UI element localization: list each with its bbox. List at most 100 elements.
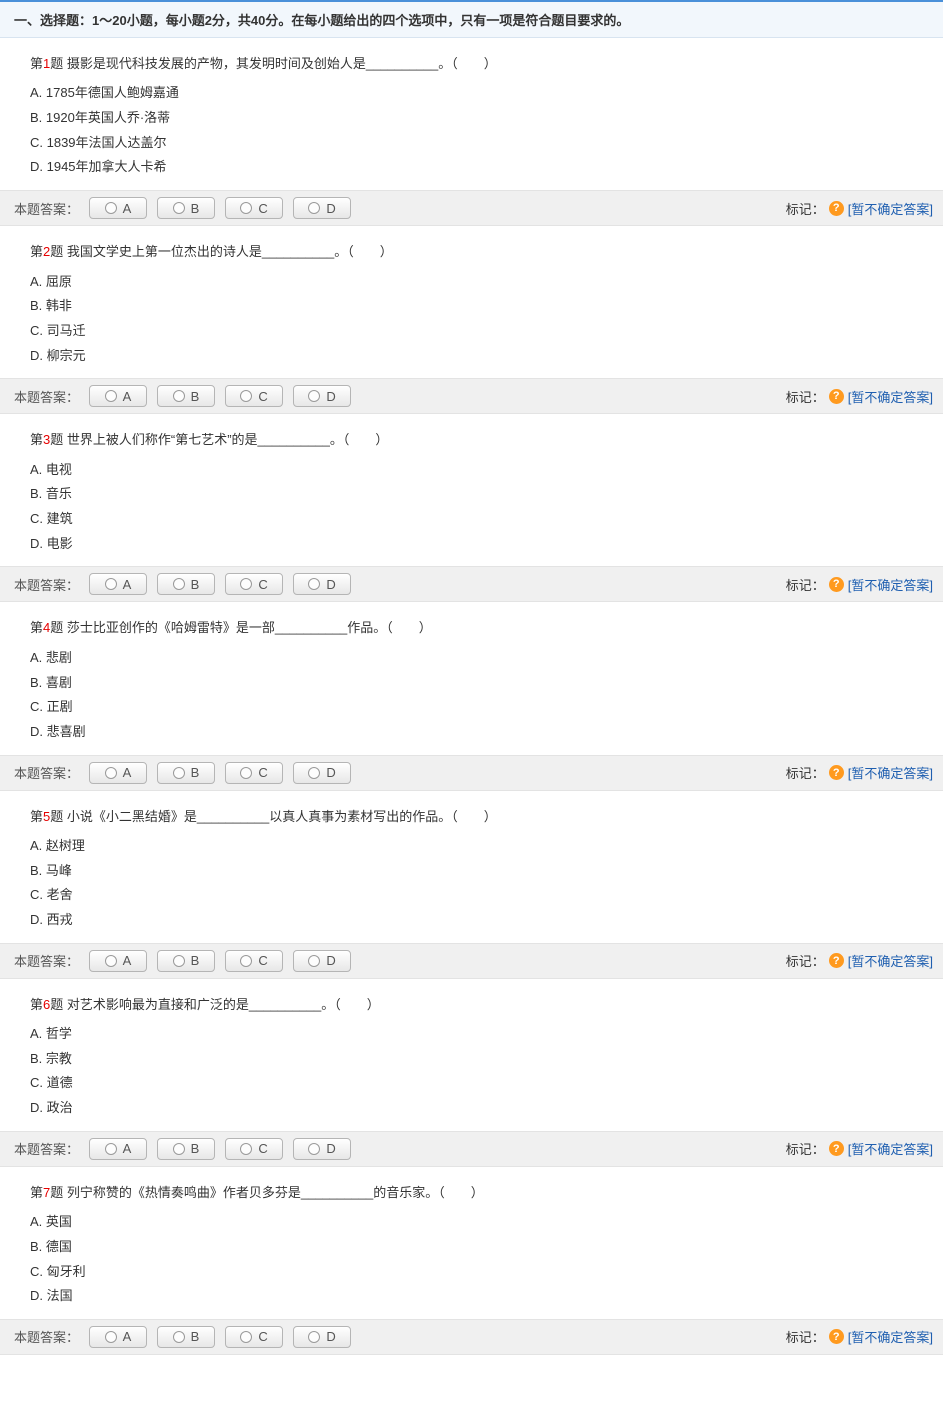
choice-button-a[interactable]: A [89, 197, 147, 219]
option-line: A. 哲学 [30, 1022, 929, 1047]
help-icon[interactable]: ? [829, 953, 844, 968]
help-icon[interactable]: ? [829, 201, 844, 216]
choice-button-d[interactable]: D [293, 1326, 351, 1348]
radio-icon [105, 578, 117, 590]
option-line: A. 英国 [30, 1210, 929, 1235]
question-text: 第3题 世界上被人们称作“第七艺术”的是__________。（ ） [0, 428, 943, 451]
radio-icon [173, 1143, 185, 1155]
answer-bar: 本题答案：ABCD标记：? [暂不确定答案] [0, 378, 943, 414]
choice-button-a[interactable]: A [89, 1138, 147, 1160]
choice-letter: D [326, 201, 335, 216]
uncertain-answer-link[interactable]: [暂不确定答案] [848, 763, 933, 782]
choice-button-a[interactable]: A [89, 573, 147, 595]
choice-button-c[interactable]: C [225, 197, 283, 219]
mark-area: 标记：? [暂不确定答案] [786, 763, 933, 782]
question-text: 第5题 小说《小二黑结婚》是__________以真人真事为素材写出的作品。（ … [0, 805, 943, 828]
radio-icon [308, 955, 320, 967]
radio-icon [173, 955, 185, 967]
choice-button-b[interactable]: B [157, 1326, 215, 1348]
option-line: C. 老舍 [30, 883, 929, 908]
question-number-prefix: 第 [30, 56, 43, 71]
choice-button-d[interactable]: D [293, 950, 351, 972]
choice-button-d[interactable]: D [293, 197, 351, 219]
uncertain-answer-link[interactable]: [暂不确定答案] [848, 575, 933, 594]
choice-button-a[interactable]: A [89, 1326, 147, 1348]
choice-button-c[interactable]: C [225, 1138, 283, 1160]
radio-icon [308, 390, 320, 402]
option-line: D. 悲喜剧 [30, 720, 929, 745]
uncertain-answer-link[interactable]: [暂不确定答案] [848, 199, 933, 218]
choice-button-c[interactable]: C [225, 385, 283, 407]
choice-button-a[interactable]: A [89, 950, 147, 972]
choice-letter: D [326, 765, 335, 780]
choice-button-b[interactable]: B [157, 950, 215, 972]
mark-label: 标记： [786, 1139, 825, 1158]
choice-button-a[interactable]: A [89, 762, 147, 784]
choice-buttons: A BC D [89, 762, 351, 784]
question-number: 第6题 [30, 997, 63, 1012]
help-icon[interactable]: ? [829, 1141, 844, 1156]
radio-icon [240, 578, 252, 590]
choice-letter: C [258, 1141, 267, 1156]
uncertain-answer-link[interactable]: [暂不确定答案] [848, 1327, 933, 1346]
mark-label: 标记： [786, 763, 825, 782]
choice-button-d[interactable]: D [293, 385, 351, 407]
option-line: B. 1920年英国人乔·洛蒂 [30, 106, 929, 131]
choice-button-c[interactable]: C [225, 573, 283, 595]
choice-button-b[interactable]: B [157, 385, 215, 407]
radio-icon [173, 390, 185, 402]
question-body: 摄影是现代科技发展的产物，其发明时间及创始人是__________。（ ） [67, 56, 497, 71]
choice-button-c[interactable]: C [225, 1326, 283, 1348]
radio-icon [240, 390, 252, 402]
options-list: A. 屈原B. 韩非C. 司马迁D. 柳宗元 [0, 264, 943, 379]
choice-buttons: AB C D [89, 197, 351, 219]
radio-icon [308, 1331, 320, 1343]
radio-icon [308, 578, 320, 590]
uncertain-answer-link[interactable]: [暂不确定答案] [848, 1139, 933, 1158]
help-icon[interactable]: ? [829, 389, 844, 404]
option-line: A. 赵树理 [30, 834, 929, 859]
answer-label: 本题答案： [14, 1139, 79, 1158]
choice-button-c[interactable]: C [225, 950, 283, 972]
choice-button-b[interactable]: B [157, 573, 215, 595]
choice-button-b[interactable]: B [157, 762, 215, 784]
choice-button-b[interactable]: B [157, 1138, 215, 1160]
choice-letter: A [123, 389, 132, 404]
choice-letter: A [123, 1141, 132, 1156]
answer-bar-left: 本题答案：ABCD [14, 573, 351, 595]
mark-area: 标记：? [暂不确定答案] [786, 199, 933, 218]
section-header: 一、选择题：1～20小题，每小题2分，共40分。在每小题给出的四个选项中，只有一… [0, 0, 943, 38]
mark-area: 标记：? [暂不确定答案] [786, 1327, 933, 1346]
answer-bar-left: 本题答案：ABCD [14, 762, 351, 784]
choice-letter: B [191, 953, 200, 968]
radio-icon [308, 1143, 320, 1155]
uncertain-answer-link[interactable]: [暂不确定答案] [848, 387, 933, 406]
choice-letter: C [258, 1329, 267, 1344]
mark-area: 标记：? [暂不确定答案] [786, 951, 933, 970]
choice-button-b[interactable]: B [157, 197, 215, 219]
answer-bar-left: 本题答案：ABCD [14, 950, 351, 972]
choice-letter: A [123, 765, 132, 780]
help-icon[interactable]: ? [829, 765, 844, 780]
choice-button-d[interactable]: D [293, 1138, 351, 1160]
question-number-prefix: 第 [30, 620, 43, 635]
question-text: 第1题 摄影是现代科技发展的产物，其发明时间及创始人是__________。（ … [0, 52, 943, 75]
option-line: D. 1945年加拿大人卡希 [30, 155, 929, 180]
choice-button-a[interactable]: A [89, 385, 147, 407]
question-block: 第1题 摄影是现代科技发展的产物，其发明时间及创始人是__________。（ … [0, 38, 943, 226]
choice-button-d[interactable]: D [293, 762, 351, 784]
options-list: A. 悲剧B. 喜剧C. 正剧D. 悲喜剧 [0, 640, 943, 755]
radio-icon [308, 202, 320, 214]
choice-button-c[interactable]: C [225, 762, 283, 784]
answer-bar-left: 本题答案：ABCD [14, 197, 351, 219]
question-block: 第6题 对艺术影响最为直接和广泛的是__________。（ ）A. 哲学B. … [0, 979, 943, 1167]
question-number-prefix: 第 [30, 432, 43, 447]
choice-button-d[interactable]: D [293, 573, 351, 595]
question-number: 第7题 [30, 1185, 63, 1200]
options-list: A. 哲学B. 宗教C. 道德D. 政治 [0, 1016, 943, 1131]
mark-label: 标记： [786, 1327, 825, 1346]
help-icon[interactable]: ? [829, 577, 844, 592]
uncertain-answer-link[interactable]: [暂不确定答案] [848, 951, 933, 970]
choice-letter: C [258, 201, 267, 216]
help-icon[interactable]: ? [829, 1329, 844, 1344]
